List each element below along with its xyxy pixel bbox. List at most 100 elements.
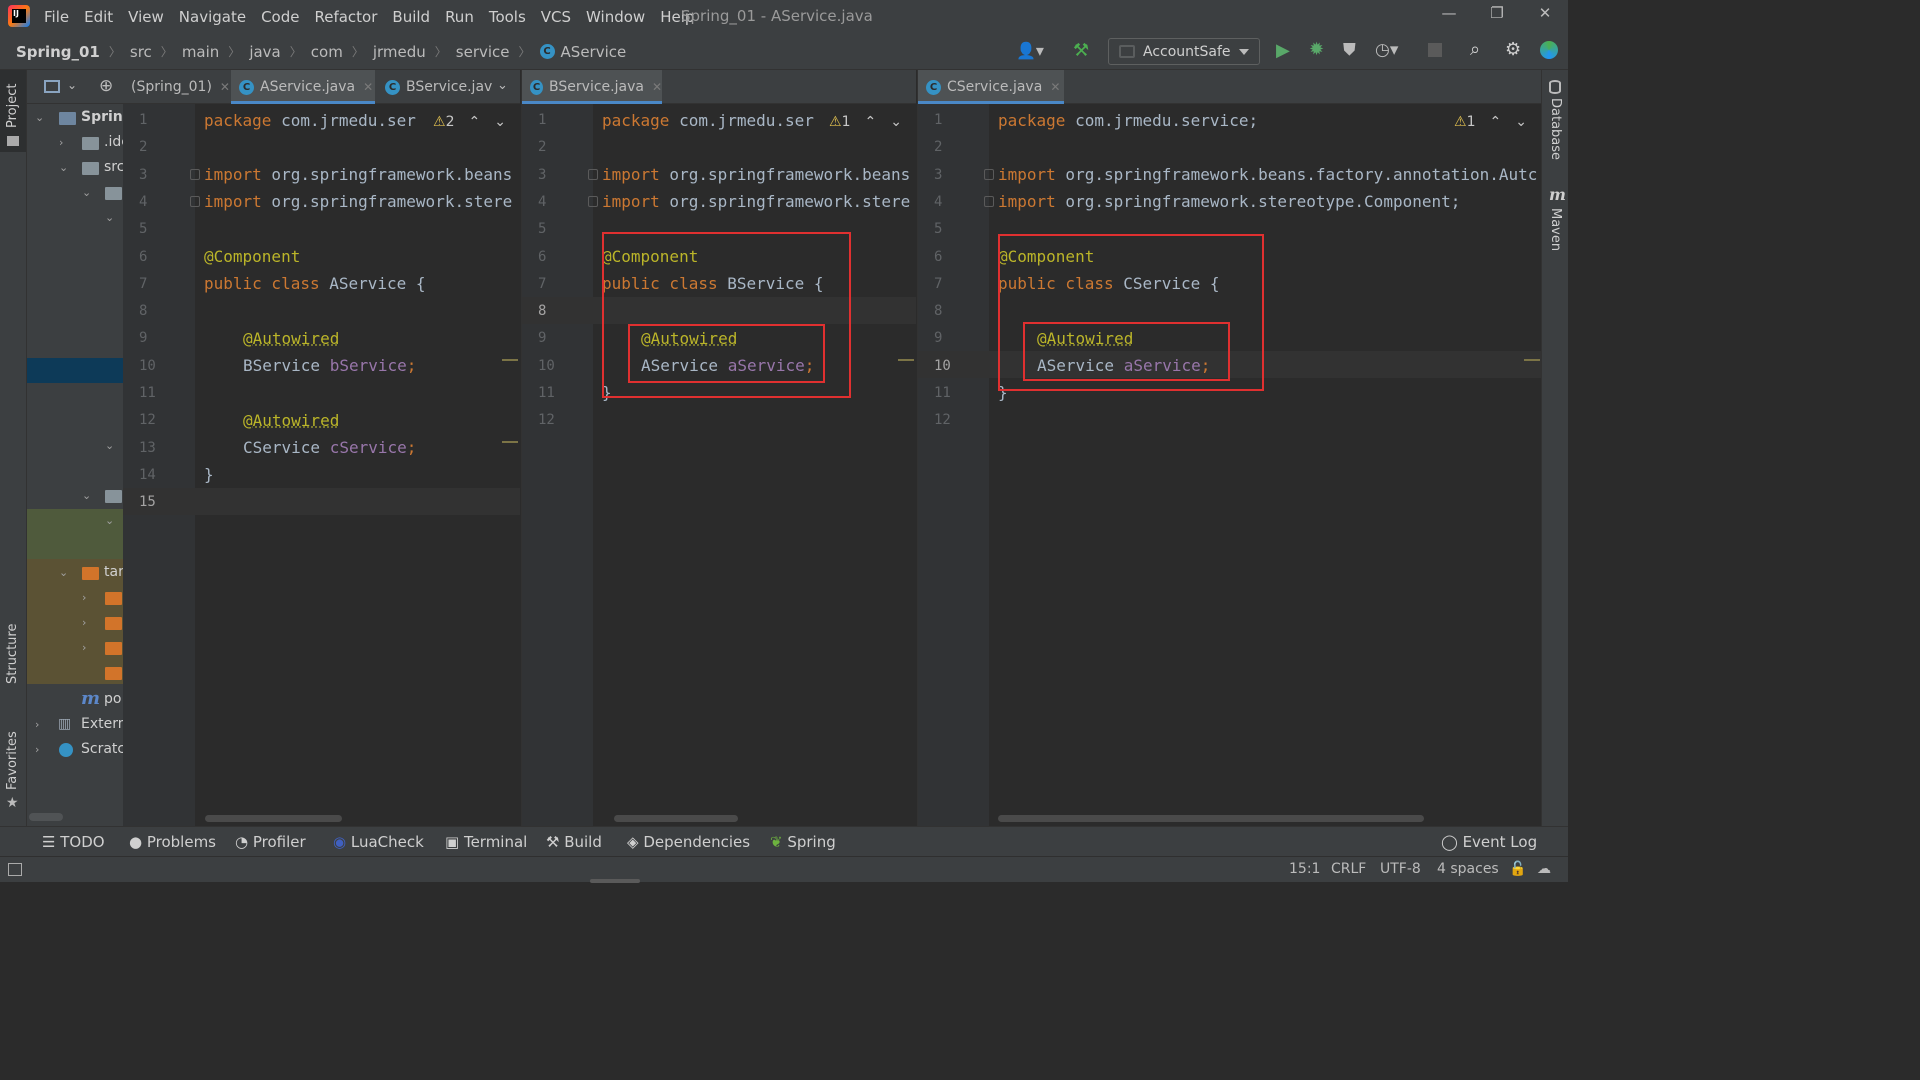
tab-bservice[interactable]: C BService.jav	[377, 70, 497, 104]
profiler-tool-button[interactable]: ◔ Profiler	[235, 833, 306, 851]
tree-item-target-child-2[interactable]: ›	[27, 611, 123, 636]
code-line-3[interactable]: import org.springframework.beans	[602, 165, 910, 184]
profile-icon[interactable]: ◷▾	[1375, 40, 1398, 60]
tree-item-idea[interactable]: › .ide	[27, 131, 123, 156]
indent-setting[interactable]: 4 spaces	[1437, 861, 1499, 877]
breadcrumb-service[interactable]: service	[456, 43, 510, 61]
tab-bservice[interactable]: C BService.java ✕	[522, 70, 662, 104]
project-tool-tab[interactable]: Project	[0, 70, 26, 152]
lock-icon[interactable]: 🔓	[1509, 861, 1526, 877]
warnings-indicator[interactable]: ⚠2 ⌃ ⌄	[433, 114, 506, 130]
breadcrumb-java[interactable]: java	[249, 43, 280, 61]
tab-project-spring01[interactable]: (Spring_01) ✕	[123, 70, 230, 104]
breadcrumb-jrmedu[interactable]: jrmedu	[373, 43, 426, 61]
problems-tool-button[interactable]: ● Problems	[129, 833, 216, 851]
code-line-4[interactable]: import org.springframework.stere	[204, 192, 512, 211]
menu-refactor[interactable]: Refactor	[314, 8, 377, 26]
terminal-tool-button[interactable]: ▣ Terminal	[445, 833, 527, 851]
fold-icon[interactable]	[588, 196, 598, 207]
luacheck-tool-button[interactable]: ◉ LuaCheck	[333, 833, 424, 851]
debug-icon[interactable]: ✹	[1309, 39, 1324, 60]
menu-run[interactable]: Run	[445, 8, 474, 26]
menu-build[interactable]: Build	[392, 8, 430, 26]
breadcrumb-com[interactable]: com	[311, 43, 343, 61]
menu-window[interactable]: Window	[586, 8, 645, 26]
editor-hscrollbar[interactable]	[998, 815, 1424, 822]
run-icon[interactable]: ▶	[1276, 40, 1290, 61]
tab-aservice[interactable]: C AService.java ✕	[231, 70, 375, 104]
code-line-10[interactable]: BService bService;	[243, 356, 416, 375]
code-line-1[interactable]: package com.jrmedu.ser	[602, 111, 814, 130]
cloud-icon[interactable]: ☁	[1537, 861, 1551, 877]
code-line-1[interactable]: package com.jrmedu.ser	[204, 111, 416, 130]
spring-tool-button[interactable]: ❦ Spring	[770, 833, 836, 851]
minimize-icon[interactable]: —	[1437, 4, 1461, 26]
project-view-icon[interactable]	[44, 80, 60, 93]
fold-icon[interactable]	[588, 169, 598, 180]
tree-item-test-java[interactable]: ⌄	[27, 509, 123, 534]
tree-item-java[interactable]: ⌄	[27, 206, 123, 231]
warnings-indicator[interactable]: ⚠1 ⌃ ⌄	[1454, 114, 1527, 130]
menu-navigate[interactable]: Navigate	[179, 8, 246, 26]
close-icon[interactable]: ✕	[220, 80, 230, 94]
fold-icon[interactable]	[190, 196, 200, 207]
hammer-build-icon[interactable]: ⚒	[1073, 40, 1089, 61]
tab-cservice[interactable]: C CService.java ✕	[918, 70, 1064, 104]
tree-item-target[interactable]: ⌄ tar	[27, 561, 123, 586]
tree-item-test[interactable]: ⌄	[27, 484, 123, 509]
run-configuration-select[interactable]: AccountSafe	[1108, 38, 1260, 65]
tree-item-main[interactable]: ⌄	[27, 181, 123, 206]
tree-item-project-root[interactable]: ⌄ Spring	[27, 106, 123, 131]
tree-item-target-child-1[interactable]: ›	[27, 586, 123, 611]
user-icon[interactable]: 👤▾	[1016, 41, 1044, 60]
breadcrumb-class[interactable]: AService	[561, 43, 627, 61]
locate-icon[interactable]: ⊕	[99, 76, 113, 96]
fold-icon[interactable]	[984, 169, 994, 180]
tree-item-scratches[interactable]: › Scratcl	[27, 738, 123, 763]
todo-tool-button[interactable]: ☰ TODO	[42, 833, 105, 851]
tree-item-collapse[interactable]: ⌄	[27, 434, 123, 459]
caret-position[interactable]: 15:1	[1289, 861, 1320, 877]
chevron-down-icon[interactable]: ⌄	[67, 78, 77, 92]
line-separator[interactable]: CRLF	[1331, 861, 1366, 877]
code-line-12[interactable]: @Autowired	[243, 411, 339, 430]
menu-edit[interactable]: Edit	[84, 8, 113, 26]
code-line-3[interactable]: import org.springframework.beans	[204, 165, 512, 184]
close-icon[interactable]: ✕	[1050, 80, 1060, 94]
tree-item-target-child-3[interactable]: ›	[27, 636, 123, 661]
breadcrumb-src[interactable]: src	[130, 43, 152, 61]
code-line-1[interactable]: package com.jrmedu.service;	[998, 111, 1258, 130]
menu-code[interactable]: Code	[261, 8, 299, 26]
search-icon[interactable]: ⌕	[1470, 39, 1480, 60]
code-line-4[interactable]: import org.springframework.stereotype.Co…	[998, 192, 1460, 211]
code-line-3[interactable]: import org.springframework.beans.factory…	[998, 165, 1537, 184]
menu-view[interactable]: View	[128, 8, 164, 26]
breadcrumb-main[interactable]: main	[182, 43, 219, 61]
warnings-indicator[interactable]: ⚠1 ⌃ ⌄	[829, 114, 902, 130]
stop-icon[interactable]	[1428, 43, 1442, 57]
close-icon[interactable]: ✕	[652, 80, 662, 94]
code-line-14[interactable]: }	[204, 465, 214, 484]
tree-item-target-child-4[interactable]	[27, 661, 123, 686]
tree-selected-row[interactable]	[27, 358, 123, 383]
code-line-6[interactable]: @Component	[204, 247, 300, 266]
fold-icon[interactable]	[190, 169, 200, 180]
tree-item-src[interactable]: ⌄ src	[27, 156, 123, 181]
menu-file[interactable]: File	[44, 8, 69, 26]
editor-hscrollbar[interactable]	[614, 815, 738, 822]
file-encoding[interactable]: UTF-8	[1380, 861, 1421, 877]
close-window-icon[interactable]: ✕	[1533, 4, 1557, 26]
code-line-4[interactable]: import org.springframework.stere	[602, 192, 910, 211]
structure-tool-tab[interactable]: Structure	[5, 624, 20, 684]
build-tool-button[interactable]: ⚒ Build	[546, 833, 602, 851]
close-icon[interactable]: ✕	[363, 80, 373, 94]
event-log-tool-button[interactable]: ◯ Event Log	[1441, 833, 1537, 851]
menu-tools[interactable]: Tools	[489, 8, 526, 26]
plugin-icon[interactable]	[1540, 41, 1558, 59]
editor-hscrollbar[interactable]	[205, 815, 342, 822]
toggle-tool-windows-icon[interactable]	[8, 863, 22, 876]
project-hscrollbar[interactable]	[29, 813, 63, 821]
dependencies-tool-button[interactable]: ◈ Dependencies	[627, 833, 750, 851]
tree-item-pom[interactable]: m po	[27, 688, 123, 713]
menu-vcs[interactable]: VCS	[541, 8, 571, 26]
